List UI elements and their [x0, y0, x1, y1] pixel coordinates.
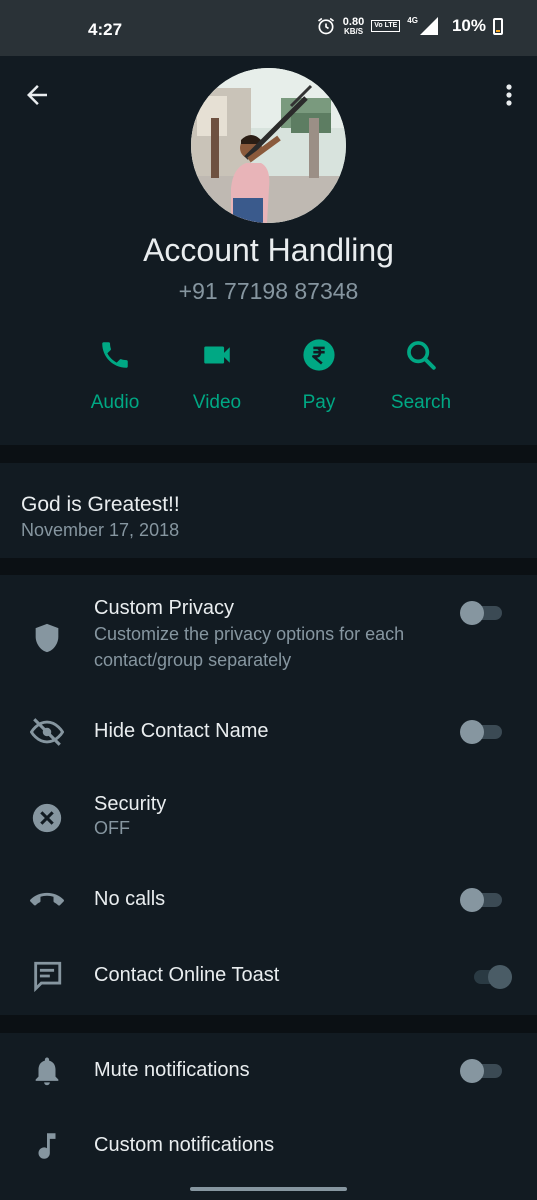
no-calls-row[interactable]: No calls	[0, 871, 537, 931]
contact-name: Account Handling	[143, 232, 394, 268]
custom-privacy-toggle[interactable]	[460, 599, 504, 627]
network-type: 4G	[407, 16, 418, 25]
mute-notifications-row[interactable]: Mute notifications	[0, 1041, 537, 1101]
eye-off-icon	[30, 718, 64, 746]
no-calls-toggle[interactable]	[460, 886, 504, 914]
profile-header: Account Handling +91 77198 87348 Audio V…	[0, 56, 537, 445]
contact-online-toast-row[interactable]: Contact Online Toast	[0, 947, 537, 1007]
row-subtitle: Customize the privacy options for each c…	[94, 624, 405, 670]
net-speed-value: 0.80	[342, 15, 365, 28]
quick-actions: Audio Video Pay Search	[0, 338, 537, 418]
video-icon	[204, 346, 230, 364]
call-end-icon	[30, 892, 64, 906]
contact-phone: +91 77198 87348	[178, 278, 359, 304]
action-label: Pay	[302, 392, 336, 413]
rupee-icon	[303, 339, 335, 371]
close-circle-icon	[32, 803, 62, 833]
status-icons: 0.80 KB/S Vo LTE 4G 10%	[316, 16, 503, 36]
signal-icon	[419, 17, 438, 35]
battery-icon	[493, 17, 503, 35]
back-arrow-icon[interactable]	[22, 80, 52, 110]
search-button[interactable]: Search	[371, 338, 471, 418]
about-section[interactable]: God is Greatest!! November 17, 2018	[0, 463, 537, 558]
row-title: No calls	[94, 888, 166, 910]
more-options-icon[interactable]	[499, 80, 519, 110]
row-title: Mute notifications	[94, 1059, 250, 1081]
video-call-button[interactable]: Video	[167, 338, 267, 418]
contact-online-toast-toggle[interactable]	[470, 963, 514, 991]
action-label: Audio	[90, 392, 140, 413]
net-speed: 0.80 KB/S	[342, 15, 365, 36]
custom-privacy-row[interactable]: Custom Privacy Customize the privacy opt…	[0, 585, 537, 695]
avatar-photo	[191, 68, 346, 223]
row-title: Contact Online Toast	[94, 964, 280, 986]
hide-contact-name-toggle[interactable]	[460, 718, 504, 746]
row-title: Security	[94, 793, 167, 815]
battery-percent: 10%	[451, 16, 486, 35]
row-title: Hide Contact Name	[94, 720, 269, 742]
about-date: November 17, 2018	[21, 520, 180, 540]
mute-notifications-toggle[interactable]	[460, 1057, 504, 1085]
volte-badge: Vo LTE	[371, 20, 401, 32]
home-indicator[interactable]	[190, 1187, 347, 1191]
row-subtitle: OFF	[94, 818, 130, 838]
action-label: Video	[192, 392, 242, 413]
bell-icon	[35, 1057, 59, 1086]
status-bar: 4:27 0.80 KB/S Vo LTE 4G 10%	[0, 0, 537, 56]
contact-avatar[interactable]	[191, 68, 346, 223]
phone-icon	[102, 342, 128, 368]
custom-notifications-row[interactable]: Custom notifications	[0, 1117, 537, 1177]
action-label: Search	[390, 392, 452, 413]
row-title: Custom Privacy	[94, 597, 235, 619]
about-text: God is Greatest!!	[21, 493, 180, 516]
message-icon	[34, 961, 62, 993]
net-speed-unit: KB/S	[343, 26, 364, 36]
contact-settings-section: Custom Privacy Customize the privacy opt…	[0, 575, 537, 1015]
alarm-icon	[317, 17, 334, 35]
music-note-icon	[38, 1133, 56, 1159]
status-time: 4:27	[88, 20, 123, 39]
hide-contact-name-row[interactable]: Hide Contact Name	[0, 703, 537, 763]
audio-call-button[interactable]: Audio	[65, 338, 165, 418]
notifications-section: Mute notifications Custom notifications	[0, 1033, 537, 1200]
search-icon	[407, 341, 436, 370]
security-row[interactable]: Security OFF	[0, 785, 537, 850]
shield-icon	[35, 623, 59, 653]
pay-button[interactable]: Pay	[269, 338, 369, 418]
row-title: Custom notifications	[94, 1134, 275, 1156]
